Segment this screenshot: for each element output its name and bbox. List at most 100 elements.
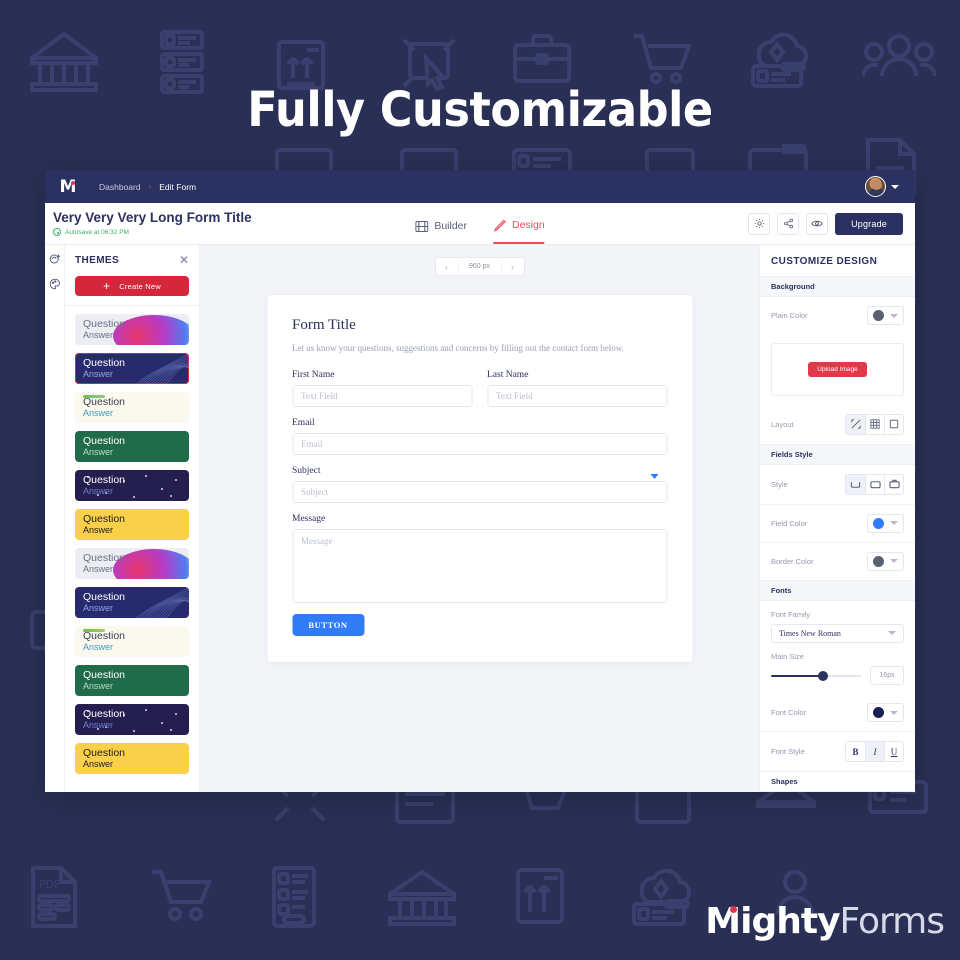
message-textarea[interactable]: Message — [292, 529, 667, 603]
theme-card[interactable]: Question Answer — [75, 431, 189, 462]
plain-color-swatch[interactable] — [873, 310, 884, 321]
style-control — [845, 473, 904, 495]
theme-card-question: Question — [83, 513, 126, 526]
italic-button[interactable]: I — [865, 742, 884, 761]
cloud-pdf-icon — [632, 868, 691, 926]
form-header-bar: Very Very Very Long Form Title Autosave … — [45, 203, 915, 245]
theme-card[interactable]: Question Answer — [75, 392, 189, 423]
chevron-down-icon[interactable] — [650, 474, 658, 479]
underline-icon — [850, 481, 861, 488]
theme-add-icon[interactable] — [49, 253, 61, 265]
breadcrumb: Dashboard › Edit Form — [99, 182, 196, 192]
plus-icon: + — [103, 279, 111, 293]
preview-button[interactable] — [806, 212, 829, 235]
theme-card[interactable]: Question Answer — [75, 548, 189, 579]
page-title[interactable]: Very Very Very Long Form Title — [53, 210, 252, 226]
email-input[interactable]: Email — [292, 433, 667, 455]
create-new-theme-button[interactable]: + Create New — [75, 276, 189, 296]
canvas-width-control: ‹ 960 px › — [434, 257, 525, 276]
upgrade-button[interactable]: Upgrade — [835, 212, 903, 235]
theme-card[interactable]: Question Answer — [75, 470, 189, 501]
name-row: First Name Text Field Last Name Text Fie… — [292, 370, 667, 418]
last-name-input[interactable]: Text Field — [487, 385, 667, 407]
brand-bold: Mighty — [705, 901, 840, 942]
border-color-swatch[interactable] — [873, 555, 884, 567]
theme-card-question: Question — [83, 357, 126, 370]
chevron-down-icon[interactable] — [890, 521, 898, 526]
theme-card[interactable]: Question Answer — [75, 587, 189, 618]
slider-knob[interactable] — [817, 670, 828, 681]
italic-icon: I — [873, 746, 877, 757]
theme-card-question: Question — [83, 318, 126, 331]
chevron-down-icon[interactable] — [890, 313, 898, 318]
app-body: THEMES ✕ + Create New Question Answer Ques… — [45, 245, 915, 792]
plain-color-control[interactable] — [867, 306, 904, 325]
avatar[interactable] — [865, 176, 886, 197]
font-family-label: Font Family — [771, 609, 811, 619]
theme-card-question: Question — [83, 552, 126, 565]
logo-letter: M — [59, 176, 77, 197]
width-next-button[interactable]: › — [502, 262, 524, 272]
style-underline-option[interactable] — [846, 474, 865, 494]
font-color-control[interactable] — [867, 703, 904, 722]
theme-card[interactable]: Question Answer — [75, 353, 189, 384]
underline-button[interactable]: U — [884, 742, 903, 761]
tab-design[interactable]: Design — [493, 203, 545, 244]
field-color-label: Field Color — [771, 518, 808, 528]
field-color-control[interactable] — [867, 513, 904, 533]
theme-card[interactable]: Question Answer — [75, 743, 189, 774]
share-button[interactable] — [777, 212, 800, 235]
chevron-down-icon[interactable] — [890, 559, 898, 564]
theme-card[interactable]: Question Answer — [75, 665, 189, 696]
main-size-value[interactable]: 16px — [870, 666, 904, 685]
font-family-select[interactable]: Times New Roman — [771, 623, 904, 643]
theme-card[interactable]: Question Answer — [75, 509, 189, 540]
upload-image-button[interactable]: Upload Image — [808, 361, 867, 377]
width-prev-button[interactable]: ‹ — [436, 262, 458, 272]
form-submit-button[interactable]: BUTTON — [292, 614, 364, 636]
share-icon — [783, 218, 793, 229]
field-last-name: Last Name Text Field — [487, 370, 667, 407]
settings-button[interactable] — [748, 212, 771, 235]
layout-tile-option[interactable] — [865, 414, 884, 434]
close-icon[interactable]: ✕ — [179, 254, 189, 266]
field-subject: Subject Subject — [292, 466, 667, 503]
field-color-swatch[interactable] — [873, 517, 884, 529]
theme-card-answer: Answer — [83, 525, 114, 536]
breadcrumb-dashboard[interactable]: Dashboard — [99, 182, 141, 192]
bold-button[interactable]: B — [846, 742, 865, 761]
breadcrumb-edit-form[interactable]: Edit Form — [159, 182, 196, 192]
mightyforms-logo-icon[interactable]: M — [55, 176, 81, 198]
tab-builder-label: Builder — [434, 220, 467, 232]
first-name-input[interactable]: Text Field — [292, 385, 472, 407]
theme-card[interactable]: Question Answer — [75, 314, 189, 345]
font-color-swatch[interactable] — [873, 707, 884, 718]
section-shapes-heading: Shapes — [760, 771, 915, 792]
theme-card-answer: Answer — [83, 720, 114, 731]
tab-builder[interactable]: Builder — [415, 203, 467, 244]
themes-list[interactable]: Question Answer Question Answer Question Answ… — [65, 305, 199, 792]
row-font-color: Font Color — [760, 694, 915, 731]
theme-card-question: Question — [83, 591, 126, 604]
theme-card[interactable]: Question Answer — [75, 704, 189, 735]
palette-icon[interactable] — [49, 278, 61, 290]
background-upload-box[interactable]: Upload Image — [771, 343, 904, 396]
style-box-option[interactable] — [865, 474, 884, 494]
theme-card-answer: Answer — [83, 330, 114, 341]
chevron-down-icon[interactable] — [888, 631, 896, 636]
main-size-slider[interactable] — [771, 670, 861, 681]
layout-stretch-option[interactable] — [884, 414, 903, 434]
subject-select[interactable]: Subject — [292, 481, 667, 503]
cloud-pdf-icon — [751, 32, 808, 88]
theme-card[interactable]: Question Answer — [75, 626, 189, 657]
form-preview-title: Form Title — [292, 317, 356, 333]
plain-color-label: Plain Color — [771, 311, 808, 320]
chevron-down-icon[interactable] — [891, 184, 899, 189]
chevron-down-icon[interactable] — [890, 710, 898, 715]
layout-fit-option[interactable] — [846, 414, 865, 434]
main-size-label: Main Size — [771, 652, 804, 661]
tab-design-label: Design — [512, 219, 545, 231]
border-color-control[interactable] — [867, 551, 904, 571]
style-box-label-option[interactable] — [884, 474, 903, 494]
font-family-value: Times New Roman — [779, 628, 841, 638]
